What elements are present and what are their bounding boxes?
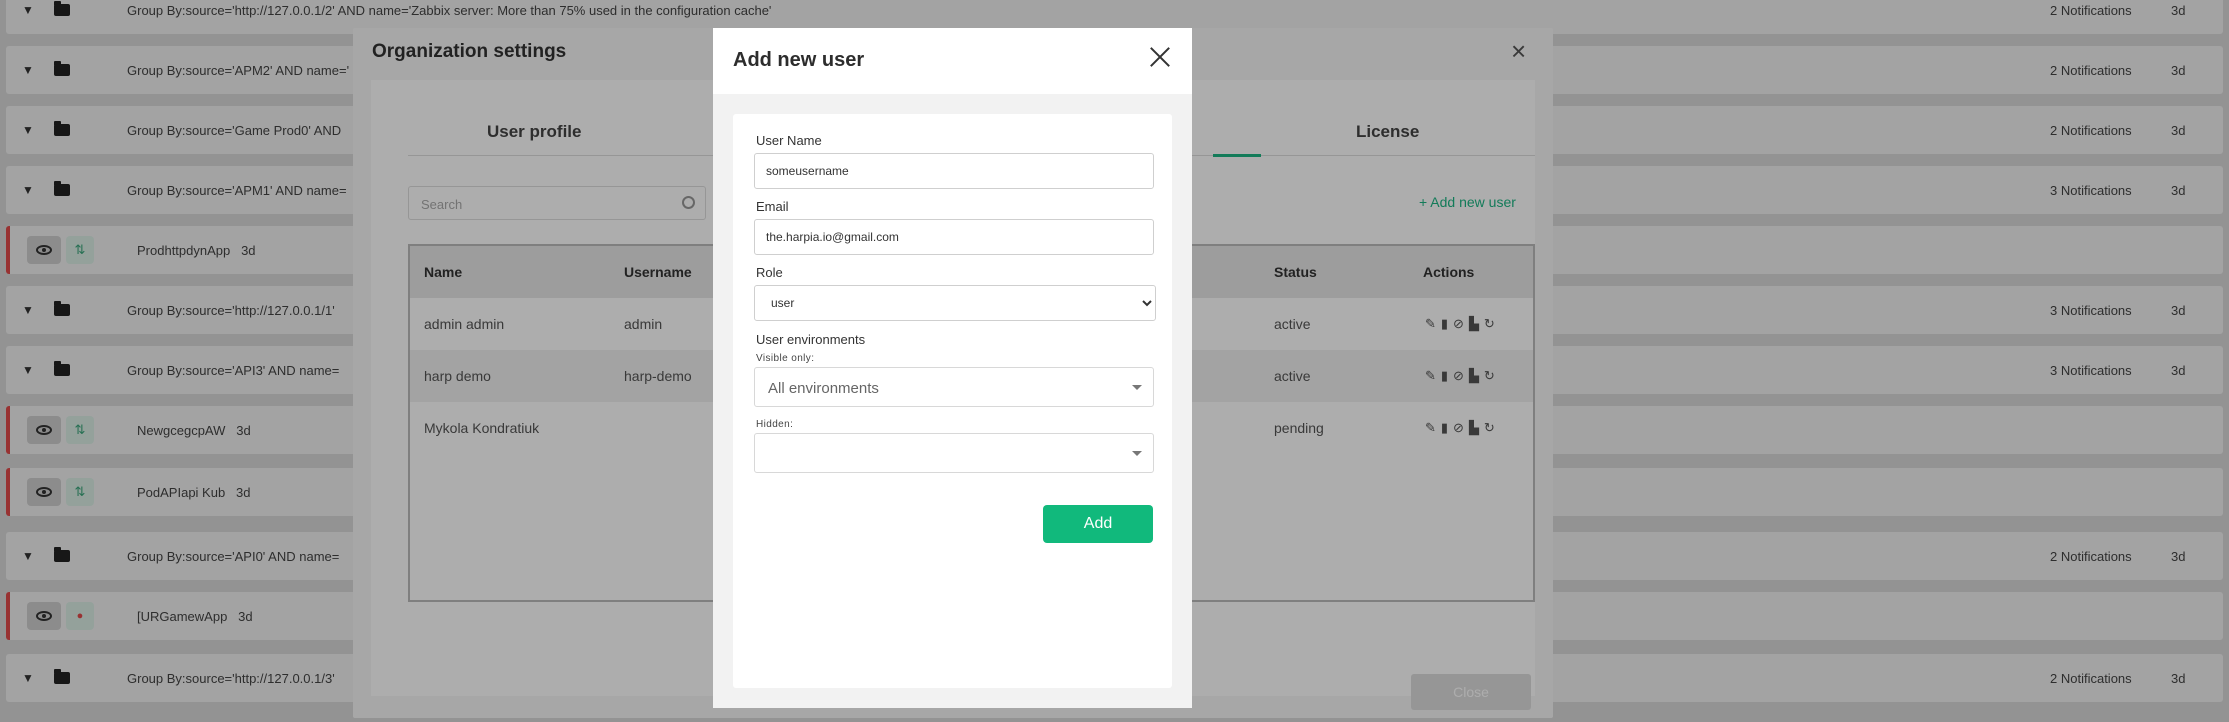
email-field[interactable] (754, 219, 1154, 255)
user-name-label: User Name (756, 133, 822, 148)
hidden-environments-select[interactable] (754, 433, 1154, 473)
visible-environments-value: All environments (768, 380, 879, 397)
chevron-down-icon (1132, 385, 1142, 390)
add-new-user-modal: Add new user User Name Email Role user U… (713, 28, 1192, 708)
role-label: Role (756, 265, 783, 280)
role-select[interactable]: user (754, 285, 1156, 321)
user-name-field[interactable] (754, 153, 1154, 189)
add-user-form: User Name Email Role user User environme… (733, 114, 1172, 688)
visible-environments-select[interactable]: All environments (754, 367, 1154, 407)
close-icon[interactable] (1149, 46, 1171, 68)
visible-only-label: Visible only: (756, 353, 815, 364)
hidden-label: Hidden: (756, 419, 794, 430)
modal-title: Add new user (733, 49, 865, 71)
user-environments-label: User environments (756, 332, 866, 347)
add-button[interactable]: Add (1043, 505, 1153, 543)
modal-header: Add new user (713, 28, 1192, 94)
chevron-down-icon (1132, 451, 1142, 456)
email-label: Email (756, 199, 789, 214)
